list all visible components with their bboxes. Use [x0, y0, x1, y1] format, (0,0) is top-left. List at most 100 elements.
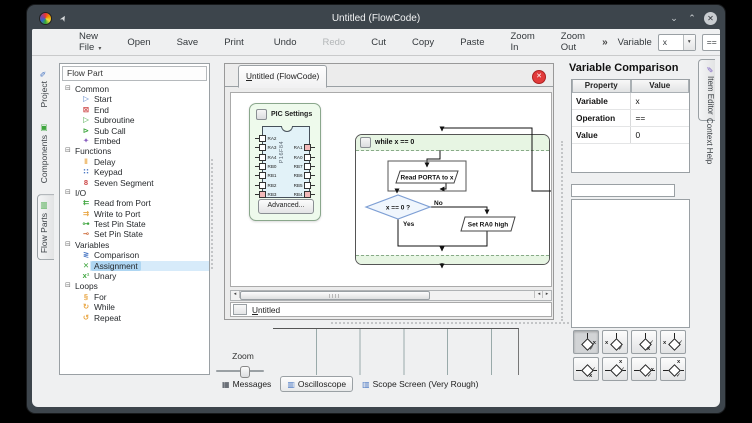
tree-item-comparison[interactable]: ≷Comparison	[60, 250, 209, 260]
tree-group-common[interactable]: ⊟Common	[60, 84, 209, 94]
pin-ra4[interactable]: RA4	[255, 154, 278, 160]
tab-project[interactable]: Project✎	[38, 63, 54, 113]
tab-components[interactable]: Components▣	[38, 117, 54, 189]
expression-input[interactable]	[571, 184, 675, 197]
chevron-down-icon[interactable]: ▾	[683, 35, 695, 50]
open-button[interactable]: Open	[114, 37, 163, 48]
tab-scope-screen[interactable]: ▥Scope Screen (Very Rough)	[359, 377, 481, 391]
macro-expand-button[interactable]	[233, 304, 247, 315]
while-loop-block[interactable]: while x == 0	[355, 134, 550, 265]
scroll-left-icon[interactable]: ◂	[231, 291, 240, 298]
expander-icon[interactable]: ⊟	[65, 146, 71, 156]
maximize-button[interactable]: ⌃	[686, 13, 698, 24]
pin-rb2[interactable]: RB2	[255, 182, 278, 188]
left-splitter[interactable]	[211, 159, 215, 269]
while-loop-header[interactable]: while x == 0	[356, 135, 549, 151]
pic-settings-block[interactable]: PIC Settings P16F84 RA2 RA3 RA4 RB0 RB1 …	[249, 103, 321, 221]
tab-item-editor[interactable]: ✐Item Editor	[698, 59, 715, 121]
tree-item-sub-call[interactable]: ⊳Sub Call	[60, 126, 209, 136]
pin-rb3[interactable]: RB3	[255, 191, 278, 197]
tree-item-repeat[interactable]: ↺Repeat	[60, 313, 209, 323]
close-document-icon[interactable]: ✕	[532, 70, 546, 84]
flowchart-canvas[interactable]: PIC Settings P16F84 RA2 RA3 RA4 RB0 RB1 …	[230, 92, 552, 287]
pin-ra1[interactable]: RA1	[292, 144, 315, 150]
tree-item-end[interactable]: ⊠End	[60, 105, 209, 115]
document-tab[interactable]: Untitled (FlowCode)	[238, 65, 327, 88]
property-value[interactable]: ==	[631, 110, 690, 126]
decision-style-1-button[interactable]: x✓	[573, 330, 599, 354]
column-header-property[interactable]: Property	[572, 80, 631, 93]
macro-bar[interactable]: Untitled	[230, 302, 552, 317]
expander-icon[interactable]: ⊟	[65, 240, 71, 250]
horizontal-scrollbar[interactable]: ◂ ◂ ▸	[230, 290, 552, 301]
tree-item-set-pin-state[interactable]: ⊸Set Pin State	[60, 229, 209, 239]
paste-button[interactable]: Paste	[447, 37, 497, 48]
tree-item-seven-segment[interactable]: 8Seven Segment	[60, 178, 209, 188]
right-splitter[interactable]	[561, 141, 565, 321]
pin-rb6[interactable]: RB6	[292, 172, 315, 178]
zoom-slider[interactable]	[216, 366, 264, 376]
tab-flow-parts[interactable]: Flow Parts▤	[37, 194, 54, 260]
close-button[interactable]: ✕	[704, 12, 717, 25]
advanced-button[interactable]: Advanced...	[258, 199, 314, 214]
tree-item-embed[interactable]: ✦Embed	[60, 136, 209, 146]
print-button[interactable]: Print	[211, 37, 257, 48]
tree-item-unary[interactable]: x¹Unary	[60, 271, 209, 281]
tree-item-start[interactable]: ▷Start	[60, 94, 209, 104]
preview-listbox[interactable]	[571, 199, 690, 328]
operation-combobox[interactable]: == ▾	[702, 34, 720, 51]
pin-rb1[interactable]: RB1	[255, 172, 278, 178]
tab-context-help[interactable]: Context Help	[698, 118, 714, 164]
property-value[interactable]: 0	[631, 127, 690, 143]
tab-oscilloscope[interactable]: ▥Oscilloscope	[280, 376, 353, 392]
undo-button[interactable]: Undo	[261, 37, 310, 48]
copy-button[interactable]: Copy	[399, 37, 447, 48]
pin-rb5[interactable]: RB5	[292, 182, 315, 188]
tree-item-assignment[interactable]: ✕Assignment	[60, 261, 209, 271]
pic-collapse-button[interactable]	[256, 109, 267, 120]
decision-style-4-button[interactable]: x✓	[660, 330, 686, 354]
loop-collapse-button[interactable]	[360, 137, 371, 148]
decision-style-7-button[interactable]: x✓	[631, 357, 657, 381]
column-header-value[interactable]: Value	[631, 80, 690, 93]
property-value[interactable]: x	[631, 93, 690, 109]
expander-icon[interactable]: ⊟	[65, 84, 71, 94]
tree-item-test-pin-state[interactable]: ⊶Test Pin State	[60, 219, 209, 229]
new-file-button[interactable]: New File▾	[66, 31, 114, 53]
expander-icon[interactable]: ⊟	[65, 281, 71, 291]
pin-ra2[interactable]: RA2	[255, 135, 278, 141]
decision-style-3-button[interactable]: ✓x	[631, 330, 657, 354]
scrollbar-thumb[interactable]	[240, 291, 430, 300]
cut-button[interactable]: Cut	[358, 37, 399, 48]
pin-rb4[interactable]: RB4	[292, 191, 315, 197]
save-button[interactable]: Save	[164, 37, 212, 48]
tree-item-write-to-port[interactable]: ⇉Write to Port	[60, 209, 209, 219]
expander-icon[interactable]: ⊟	[65, 188, 71, 198]
tree-group-functions[interactable]: ⊟Functions	[60, 146, 209, 156]
decision-style-5-button[interactable]: ✓x	[573, 357, 599, 381]
toolbar-overflow-icon[interactable]: »	[602, 37, 608, 48]
pin-ra0[interactable]: RA0	[292, 154, 315, 160]
tree-item-keypad[interactable]: ∷Keypad	[60, 167, 209, 177]
pin-rb0[interactable]: RB0	[255, 163, 278, 169]
titlebar[interactable]: ➤ Untitled (FlowCode) ⌄ ⌃ ✕	[33, 8, 719, 28]
tree-item-while[interactable]: ↻While	[60, 302, 209, 312]
decision-style-8-button[interactable]: x✓	[660, 357, 686, 381]
pin-ra3[interactable]: RA3	[255, 144, 278, 150]
tab-messages[interactable]: ▦Messages	[219, 377, 274, 391]
zoom-in-button[interactable]: Zoom In	[497, 31, 547, 53]
decision-style-6-button[interactable]: x✓	[602, 357, 628, 381]
tree-item-read-from-port[interactable]: ⇇Read from Port	[60, 198, 209, 208]
tree-group-io[interactable]: ⊟I/O	[60, 188, 209, 198]
minimize-button[interactable]: ⌄	[668, 13, 680, 24]
tree-group-loops[interactable]: ⊟Loops	[60, 281, 209, 291]
pin-rb7[interactable]: RB7	[292, 163, 315, 169]
tree-item-delay[interactable]: ‖Delay	[60, 157, 209, 167]
zoom-out-button[interactable]: Zoom Out	[548, 31, 598, 53]
variable-combobox[interactable]: x ▾	[658, 34, 696, 51]
decision-style-2-button[interactable]: x✓	[602, 330, 628, 354]
tree-item-subroutine[interactable]: ▷Subroutine	[60, 115, 209, 125]
scroll-right-icon[interactable]: ▸	[542, 291, 551, 298]
tree-item-for[interactable]: §For	[60, 292, 209, 302]
tree-group-variables[interactable]: ⊟Variables	[60, 240, 209, 250]
